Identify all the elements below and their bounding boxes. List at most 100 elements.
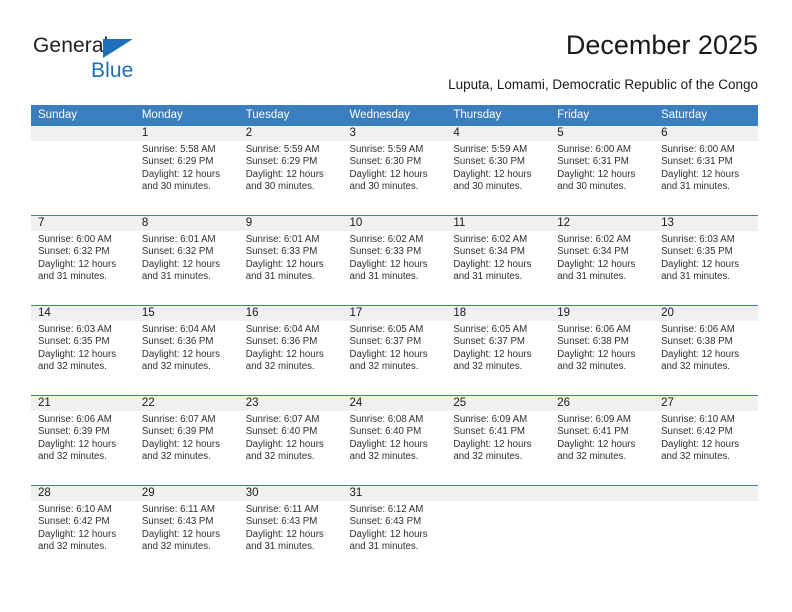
day-number: 4 bbox=[453, 127, 460, 139]
sunrise-text: Sunrise: 6:05 AM bbox=[349, 324, 424, 335]
day-cell[interactable]: 9 Sunrise: 6:01 AM Sunset: 6:33 PM Daylight… bbox=[238, 216, 343, 305]
day-number: 8 bbox=[141, 217, 149, 229]
day-sun-info: Sunrise: 6:00 AM Sunset: 6:32 PM Daylight:… bbox=[31, 231, 135, 283]
day-cell[interactable]: 12 Sunrise: 6:02 AM Sunset: 6:34 PM Dayligh… bbox=[550, 216, 655, 305]
day-number-band bbox=[446, 486, 551, 501]
logo-text-general: General bbox=[33, 34, 109, 57]
day-cell[interactable]: 18 Sunrise: 6:05 AM Sunset: 6:37 PM Dayligh… bbox=[446, 306, 551, 395]
day-cell[interactable]: 4 Sunrise: 5:59 AM Sunset: 6:30 PM Daylight… bbox=[446, 126, 551, 215]
sunset-text: Sunset: 6:38 PM bbox=[557, 336, 629, 348]
day-cell[interactable]: 1 Sunrise: 5:58 AM Sunset: 6:29 PM Daylight… bbox=[134, 126, 239, 215]
daylight-text: Daylight: 12 hours and 30 minutes. bbox=[349, 168, 428, 192]
day-cell[interactable]: 27 Sunrise: 6:10 AM Sunset: 6:42 PM Dayligh… bbox=[654, 396, 758, 485]
weekday-header-sunday: Sunday bbox=[38, 109, 78, 121]
weekday-header-monday: Monday bbox=[141, 109, 183, 121]
day-cell[interactable]: 20 Sunrise: 6:06 AM Sunset: 6:38 PM Dayligh… bbox=[654, 306, 758, 395]
day-sun-info: Sunrise: 6:02 AM Sunset: 6:34 PM Daylight:… bbox=[550, 231, 654, 283]
daylight-text: Daylight: 12 hours and 31 minutes. bbox=[141, 258, 220, 282]
sunrise-text: Sunrise: 6:10 AM bbox=[661, 414, 735, 425]
day-number-band: 10 bbox=[342, 216, 447, 231]
day-sun-info: Sunrise: 6:01 AM Sunset: 6:32 PM Daylight:… bbox=[135, 231, 239, 283]
daylight-text: Daylight: 12 hours and 32 minutes. bbox=[38, 438, 117, 462]
day-cell[interactable]: 23 Sunrise: 6:07 AM Sunset: 6:40 PM Dayligh… bbox=[238, 396, 343, 485]
day-cell[interactable]: 24 Sunrise: 6:08 AM Sunset: 6:40 PM Dayligh… bbox=[342, 396, 447, 485]
day-number-band: 11 bbox=[446, 216, 551, 231]
day-cell[interactable]: 19 Sunrise: 6:06 AM Sunset: 6:38 PM Dayligh… bbox=[550, 306, 655, 395]
day-number: 24 bbox=[349, 397, 363, 409]
day-number: 19 bbox=[557, 307, 571, 319]
day-cell[interactable]: 15 Sunrise: 6:04 AM Sunset: 6:36 PM Dayligh… bbox=[134, 306, 239, 395]
day-sun-info: Sunrise: 5:58 AM Sunset: 6:29 PM Daylight:… bbox=[135, 141, 239, 193]
day-number: 2 bbox=[245, 127, 253, 139]
sunrise-text: Sunrise: 5:59 AM bbox=[349, 144, 424, 155]
calendar-week-row: 7 Sunrise: 6:00 AM Sunset: 6:32 PM Daylight… bbox=[31, 215, 758, 305]
day-cell[interactable]: 5 Sunrise: 6:00 AM Sunset: 6:31 PM Daylight… bbox=[550, 126, 655, 215]
day-cell[interactable]: 25 Sunrise: 6:09 AM Sunset: 6:41 PM Dayligh… bbox=[446, 396, 551, 485]
day-cell[interactable]: 29 Sunrise: 6:11 AM Sunset: 6:43 PM Dayligh… bbox=[134, 486, 239, 575]
sunrise-text: Sunrise: 6:09 AM bbox=[453, 414, 528, 425]
day-number-band: 23 bbox=[238, 396, 343, 411]
sunset-text: Sunset: 6:40 PM bbox=[349, 426, 422, 438]
day-cell[interactable]: 8 Sunrise: 6:01 AM Sunset: 6:32 PM Daylight… bbox=[134, 216, 239, 305]
sunrise-text: Sunrise: 6:02 AM bbox=[349, 234, 424, 245]
day-cell[interactable]: 31 Sunrise: 6:12 AM Sunset: 6:43 PM Dayligh… bbox=[342, 486, 447, 575]
day-sun-info: Sunrise: 6:05 AM Sunset: 6:37 PM Daylight:… bbox=[343, 321, 447, 373]
sunset-text: Sunset: 6:32 PM bbox=[38, 246, 110, 258]
sunset-text: Sunset: 6:32 PM bbox=[141, 246, 214, 258]
sunrise-text: Sunrise: 5:58 AM bbox=[141, 144, 216, 155]
day-cell[interactable]: 13 Sunrise: 6:03 AM Sunset: 6:35 PM Dayligh… bbox=[654, 216, 758, 305]
daylight-text: Daylight: 12 hours and 32 minutes. bbox=[245, 348, 324, 372]
day-sun-info: Sunrise: 6:02 AM Sunset: 6:34 PM Daylight:… bbox=[446, 231, 550, 283]
daylight-text: Daylight: 12 hours and 32 minutes. bbox=[453, 348, 532, 372]
day-number: 21 bbox=[38, 397, 51, 409]
day-number-band: 8 bbox=[134, 216, 239, 231]
day-cell[interactable]: 14 Sunrise: 6:03 AM Sunset: 6:35 PM Dayligh… bbox=[31, 306, 135, 395]
sunset-text: Sunset: 6:43 PM bbox=[349, 516, 422, 528]
week-cells: 21 Sunrise: 6:06 AM Sunset: 6:39 PM Dayligh… bbox=[31, 396, 758, 485]
sunrise-text: Sunrise: 6:04 AM bbox=[245, 324, 320, 335]
day-cell[interactable]: 17 Sunrise: 6:05 AM Sunset: 6:37 PM Dayligh… bbox=[342, 306, 447, 395]
day-number: 16 bbox=[245, 307, 259, 319]
sunrise-text: Sunrise: 6:11 AM bbox=[245, 504, 319, 515]
day-cell[interactable]: 2 Sunrise: 5:59 AM Sunset: 6:29 PM Daylight… bbox=[238, 126, 343, 215]
day-number-band: 13 bbox=[654, 216, 758, 231]
daylight-text: Daylight: 12 hours and 30 minutes. bbox=[557, 168, 636, 192]
daylight-text: Daylight: 12 hours and 32 minutes. bbox=[141, 528, 220, 552]
day-number-band: 16 bbox=[238, 306, 343, 321]
day-sun-info: Sunrise: 6:06 AM Sunset: 6:38 PM Daylight:… bbox=[654, 321, 758, 373]
sunrise-text: Sunrise: 6:11 AM bbox=[141, 504, 215, 515]
page-header: General Blue December 2025 Luputa, Lomam… bbox=[0, 0, 792, 104]
day-number: 1 bbox=[141, 127, 149, 139]
day-number-band: 2 bbox=[238, 126, 343, 141]
day-number: 7 bbox=[38, 217, 45, 229]
day-cell[interactable]: 3 Sunrise: 5:59 AM Sunset: 6:30 PM Daylight… bbox=[342, 126, 447, 215]
sunrise-text: Sunrise: 6:01 AM bbox=[245, 234, 320, 245]
day-number-band: 15 bbox=[134, 306, 239, 321]
day-sun-info: Sunrise: 6:05 AM Sunset: 6:37 PM Daylight:… bbox=[446, 321, 550, 373]
day-number-band: 29 bbox=[134, 486, 239, 501]
day-number-band: 27 bbox=[654, 396, 758, 411]
day-number-band: 3 bbox=[342, 126, 447, 141]
sunrise-text: Sunrise: 6:07 AM bbox=[245, 414, 320, 425]
sunset-text: Sunset: 6:41 PM bbox=[557, 426, 629, 438]
general-blue-logo[interactable]: General Blue bbox=[33, 33, 213, 85]
day-cell[interactable]: 7 Sunrise: 6:00 AM Sunset: 6:32 PM Daylight… bbox=[31, 216, 135, 305]
day-cell[interactable]: 21 Sunrise: 6:06 AM Sunset: 6:39 PM Dayligh… bbox=[31, 396, 135, 485]
day-cell[interactable]: 28 Sunrise: 6:10 AM Sunset: 6:42 PM Dayligh… bbox=[31, 486, 135, 575]
day-number: 11 bbox=[453, 217, 466, 229]
day-cell[interactable]: 10 Sunrise: 6:02 AM Sunset: 6:33 PM Dayligh… bbox=[342, 216, 447, 305]
day-number: 18 bbox=[453, 307, 467, 319]
day-cell[interactable]: 16 Sunrise: 6:04 AM Sunset: 6:36 PM Dayligh… bbox=[238, 306, 343, 395]
sunset-text: Sunset: 6:39 PM bbox=[141, 426, 214, 438]
day-cell[interactable]: 6 Sunrise: 6:00 AM Sunset: 6:31 PM Daylight… bbox=[654, 126, 758, 215]
day-cell[interactable]: 22 Sunrise: 6:07 AM Sunset: 6:39 PM Dayligh… bbox=[134, 396, 239, 485]
day-sun-info: Sunrise: 5:59 AM Sunset: 6:30 PM Daylight:… bbox=[343, 141, 447, 193]
daylight-text: Daylight: 12 hours and 32 minutes. bbox=[38, 528, 117, 552]
day-number: 15 bbox=[141, 307, 155, 319]
day-cell[interactable]: 11 Sunrise: 6:02 AM Sunset: 6:34 PM Dayligh… bbox=[446, 216, 551, 305]
calendar-week-row: 28 Sunrise: 6:10 AM Sunset: 6:42 PM Dayligh… bbox=[31, 485, 758, 575]
day-cell[interactable]: 26 Sunrise: 6:09 AM Sunset: 6:41 PM Dayligh… bbox=[550, 396, 655, 485]
day-number-band: 25 bbox=[446, 396, 551, 411]
logo-text-blue: Blue bbox=[91, 59, 134, 82]
day-cell[interactable]: 30 Sunrise: 6:11 AM Sunset: 6:43 PM Dayligh… bbox=[238, 486, 343, 575]
